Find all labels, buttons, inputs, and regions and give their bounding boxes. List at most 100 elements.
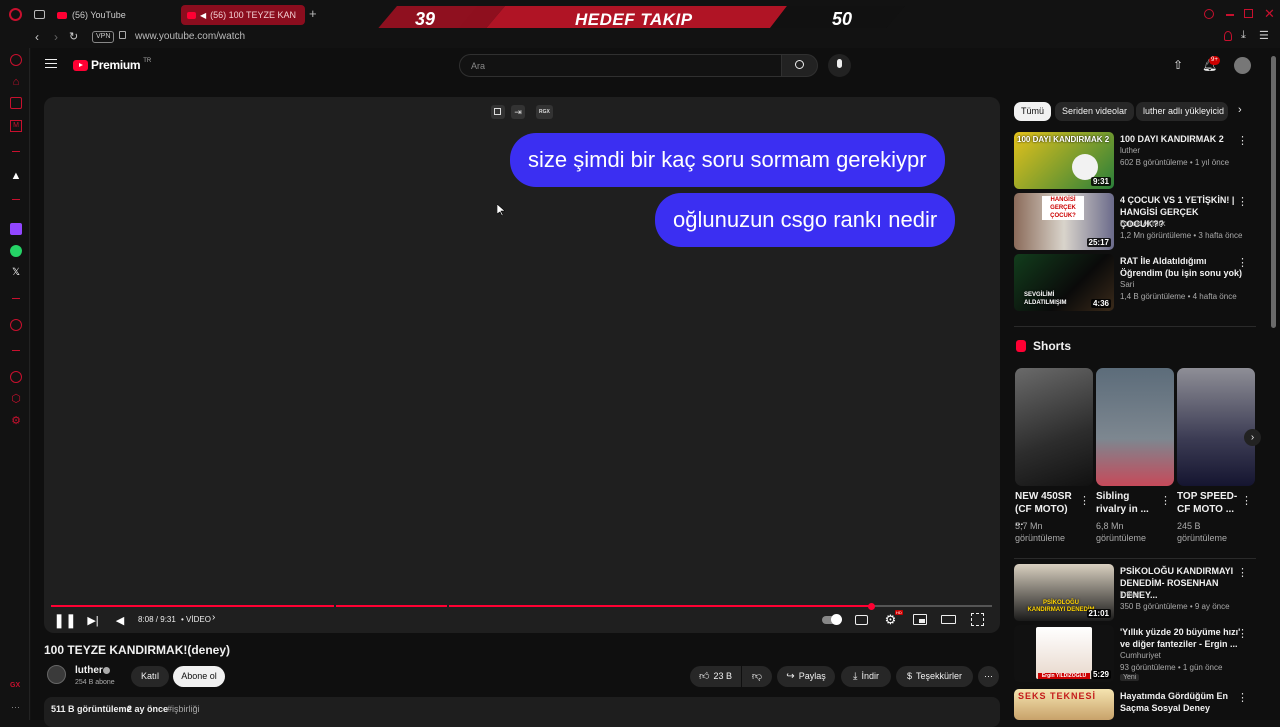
url-field[interactable]: www.youtube.com/watch [135,31,245,42]
restore-icon[interactable] [1244,9,1253,18]
upload-icon[interactable]: ⇧ [1173,58,1183,72]
chapter-chevron-icon[interactable]: › [212,612,215,623]
rgx-badge[interactable]: RGX [536,105,553,119]
video-thumbnail[interactable]: SEVGİLİMİ ALDATILMIŞIM 4:36 [1014,254,1114,311]
new-tab-button[interactable]: + [309,6,317,21]
kebab-menu-icon[interactable]: ⋮ [1237,566,1248,579]
more-icon[interactable]: ⋯ [11,702,20,713]
hashtag-link[interactable]: #işbirliği [167,704,200,714]
join-button[interactable]: Katıl [131,666,169,687]
kebab-menu-icon[interactable]: ⋮ [1241,494,1252,507]
extensions-icon[interactable]: ⬡ [10,393,22,405]
chips-next-icon[interactable]: › [1238,104,1242,116]
avatar[interactable] [1234,57,1251,74]
youtube-premium-logo[interactable]: Premium TR [73,58,151,72]
related-video[interactable]: HANGİSİ GERÇEK ÇOCUK? 25:17 4 ÇOCUK VS 1… [1014,193,1256,251]
video-title[interactable]: 100 DAYI KANDIRMAK 2 [1120,133,1244,145]
shorts-next-icon[interactable]: › [1244,429,1261,446]
progress-bar-track[interactable] [51,602,992,610]
short-title[interactable]: Sibling rivalry in ... [1096,490,1158,516]
volume-button[interactable]: ◀ [113,613,127,627]
player-icon[interactable] [10,319,22,331]
channel-name[interactable]: luther [1120,146,1140,155]
video-thumbnail[interactable]: SEKS TEKNESİ [1014,689,1114,720]
tab-youtube[interactable]: (56) YouTube [52,6,176,24]
channel-avatar[interactable] [47,665,66,684]
chip-series[interactable]: Seriden videolar [1055,102,1135,121]
kebab-menu-icon[interactable]: ⋮ [1237,134,1248,147]
channel-name[interactable]: luther [75,665,103,676]
short-thumbnail[interactable] [1096,368,1174,486]
fullscreen-icon[interactable] [971,613,984,626]
channel-name[interactable]: Cumhuriyet [1120,651,1161,660]
related-video[interactable]: Ergin YILDIZOĞLU 5:29 'Yıllık yüzde 20 b… [1014,625,1256,683]
m-app-icon[interactable]: M [10,120,22,132]
video-title[interactable]: RAT İle Aldatıldığımı Öğrendim (bu işin … [1120,255,1244,279]
x-twitter-icon[interactable]: 𝕏 [10,267,22,279]
video-title[interactable]: Hayatımda Gördüğüm En Saçma Sosyal Deney [1120,690,1244,714]
easy-setup-icon[interactable]: ☰ [1259,29,1269,42]
chip-uploader[interactable]: luther adlı yükleyicid [1136,102,1228,121]
short-thumbnail[interactable] [1015,368,1093,486]
thanks-button[interactable]: $ Teşekkürler [896,666,973,687]
related-video[interactable]: SEVGİLİMİ ALDATILMIŞIM 4:36 RAT İle Alda… [1014,254,1256,312]
kebab-menu-icon[interactable]: ⋮ [1237,195,1248,208]
tab-active-video[interactable]: ◀ (56) 100 TEYZE KAND [181,5,305,25]
share-button[interactable]: ↪ Paylaş [777,666,835,687]
subscribe-button[interactable]: Abone ol [173,666,225,687]
aria-icon[interactable] [10,54,22,66]
lock-icon[interactable] [119,31,126,39]
kebab-menu-icon[interactable]: ⋮ [1160,494,1171,507]
kebab-menu-icon[interactable]: ⋮ [1237,627,1248,640]
related-video[interactable]: 100 DAYI KANDIRMAK 2 9:31 100 DAYI KANDI… [1014,132,1256,190]
vpn-badge[interactable]: VPN [92,31,115,43]
search-button[interactable] [781,54,818,77]
next-button[interactable]: ▶| [86,613,100,627]
page-scrollbar[interactable] [1271,56,1276,328]
more-actions-button[interactable]: ⋯ [978,666,999,687]
miniplayer-icon[interactable] [913,614,927,625]
video-player[interactable]: ⇥ RGX size şimdi bir kaç soru sormam ger… [44,97,1000,633]
kebab-menu-icon[interactable]: ⋮ [1237,256,1248,269]
search-box[interactable]: Ara [459,54,782,77]
opera-logo-icon[interactable] [9,8,22,21]
download-icon[interactable]: ⤓ [1241,29,1246,42]
reload-icon[interactable]: ↻ [69,30,78,43]
theater-mode-icon[interactable] [941,615,956,624]
description-box[interactable]: 511 B görüntüleme 2 ay önce #işbirliği [44,697,1000,727]
progress-scrubber[interactable] [868,602,876,610]
gx-icon[interactable]: GX [10,682,20,689]
related-video[interactable]: PSİKOLOĞU KANDIRMAYI DENEDİM 21:01 PSİKO… [1014,564,1256,622]
kebab-menu-icon[interactable]: ⋮ [1237,691,1248,704]
copy-icon[interactable] [491,105,505,119]
minimize-icon[interactable] [1226,14,1234,16]
autoplay-toggle[interactable] [822,614,842,625]
subtitles-icon[interactable] [855,615,868,625]
video-thumbnail[interactable]: HANGİSİ GERÇEK ÇOCUK? 25:17 [1014,193,1114,250]
kebab-menu-icon[interactable]: ⋮ [1079,494,1090,507]
like-button[interactable]: 👍︎ 23 B [690,666,741,687]
short-thumbnail[interactable] [1177,368,1255,486]
chip-all[interactable]: Tümü [1014,102,1052,121]
search-input[interactable]: Ara [471,61,485,71]
back-icon[interactable]: ‹ [35,30,39,44]
channel-name[interactable]: Sari [1120,280,1134,289]
aria-ai-icon[interactable]: ▲ [10,170,22,182]
short-title[interactable]: TOP SPEED- CF MOTO ... [1177,490,1239,516]
hamburger-menu-icon[interactable] [45,59,57,68]
chapter-label[interactable]: • VİDEO [181,615,211,624]
close-icon[interactable]: ✕ [1264,6,1275,22]
video-thumbnail[interactable]: Ergin YILDIZOĞLU 5:29 [1014,625,1114,682]
messenger-icon[interactable] [10,97,22,109]
channel-name[interactable]: Burak Aktürk [1120,219,1165,228]
twitch-icon[interactable] [10,223,22,235]
channel-name[interactable]: luther [1120,590,1140,599]
search-tabs-icon[interactable] [1204,9,1214,19]
settings-icon[interactable]: ⚙ [10,415,22,427]
speaker-icon[interactable]: ◀ [200,11,206,20]
forward-icon[interactable]: › [54,30,58,44]
related-video[interactable]: SEKS TEKNESİ Hayatımda Gördüğüm En Saçma… [1014,689,1256,720]
exit-icon[interactable]: ⇥ [511,105,525,119]
whatsapp-icon[interactable] [10,245,22,257]
video-thumbnail[interactable]: 100 DAYI KANDIRMAK 2 9:31 [1014,132,1114,189]
